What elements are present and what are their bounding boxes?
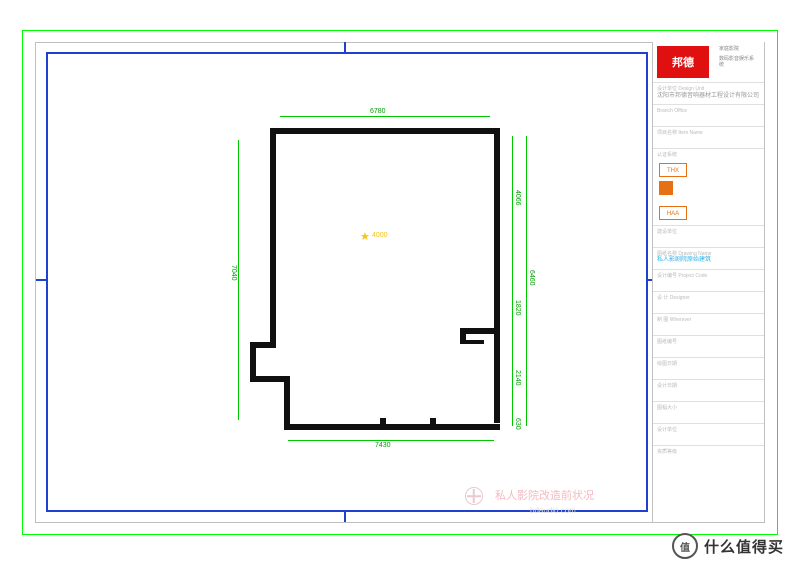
row-dwg-no: 图纸编号 xyxy=(653,335,764,357)
star-label: 4000 xyxy=(372,232,388,239)
row-design-unit: 设计单位 Design Unit 沈阳市邦德音响器材工程设计有限公司 xyxy=(653,82,764,104)
badge-thx: THX xyxy=(659,163,687,177)
title-block: 邦德 家庭影院 数码影音娱乐系统 设计单位 Design Unit 沈阳市邦德音… xyxy=(652,42,764,522)
label: Branch Office xyxy=(657,108,760,115)
door-jamb-2 xyxy=(430,418,436,430)
dim-left-label: 7040 xyxy=(230,265,237,281)
tick-bottom xyxy=(344,510,346,522)
row-sheet-size: 图幅大小 xyxy=(653,401,764,423)
dim-left xyxy=(238,140,239,420)
row-draw-date: 绘图日期 xyxy=(653,357,764,379)
row-branch: Branch Office xyxy=(653,104,764,126)
dim-right-stub-label: 630 xyxy=(514,418,521,430)
label: 项目名称 Item Name xyxy=(657,130,760,137)
dim-top-label: 6780 xyxy=(370,108,386,115)
label: 绘图日期 xyxy=(657,361,760,368)
dim-right-lower-label: 2140 xyxy=(514,370,521,386)
logo-sub2: 数码影音娱乐系统 xyxy=(719,56,758,68)
value: 私人影剧院原始建筑 xyxy=(657,257,760,265)
row-build-unit: 建设单位 xyxy=(653,225,764,247)
row-item: 项目名称 Item Name xyxy=(653,126,764,148)
badge-haa: HAA xyxy=(659,206,687,220)
row-unit2: 设计单位 xyxy=(653,423,764,445)
dim-right-outer xyxy=(526,136,527,426)
footer-title: 私人影院改造前状况 xyxy=(495,487,594,503)
label: 设计单位 xyxy=(657,427,760,434)
label: 认证系统 xyxy=(657,152,760,159)
page: 6780 7040 7430 6460 4066 1820 2140 630 ★… xyxy=(0,0,800,565)
row-design-date: 设计日期 xyxy=(653,379,764,401)
label: 设 计 Designer xyxy=(657,295,760,302)
row-project-code: 设计编号 Project Code xyxy=(653,269,764,291)
row-drawing-name: 图纸名称 Drawing Name 私人影剧院原始建筑 xyxy=(653,247,764,269)
tick-left xyxy=(36,279,48,281)
wall-right-notch-h2 xyxy=(460,340,484,344)
badge-square xyxy=(659,181,673,195)
logo: 邦德 xyxy=(657,46,709,78)
watermark: 值 什么值得买 xyxy=(672,533,784,559)
floor-plan: 6780 7040 7430 6460 4066 1820 2140 630 ★… xyxy=(250,110,530,450)
row-designer: 设 计 Designer xyxy=(653,291,764,313)
value: 沈阳市邦德音响器材工程设计有限公司 xyxy=(657,93,760,101)
wall-left-lower-v xyxy=(284,376,290,430)
footer-sub: bdaudio.com xyxy=(530,506,576,515)
label: 设计日期 xyxy=(657,383,760,390)
door-jamb-1 xyxy=(380,418,386,430)
wall-left-upper xyxy=(270,128,276,348)
dim-bottom xyxy=(288,440,494,441)
star-icon: ★ xyxy=(360,230,370,243)
dim-bottom-label: 7430 xyxy=(375,442,391,449)
label: 建设单位 xyxy=(657,229,760,236)
label: 资质等级 xyxy=(657,449,760,456)
row-qual: 资质等级 xyxy=(653,445,764,467)
row-drafter: 制 图 Wherever xyxy=(653,313,764,335)
label: 图纸编号 xyxy=(657,339,760,346)
row-cert: 认证系统 THX HAA xyxy=(653,148,764,225)
dim-top xyxy=(280,116,490,117)
dim-right-upper-label: 4066 xyxy=(514,190,521,206)
wall-right xyxy=(494,128,500,423)
dim-right-inner xyxy=(512,136,513,426)
wall-bottom xyxy=(284,424,500,430)
label: 设计编号 Project Code xyxy=(657,273,760,280)
label: 图幅大小 xyxy=(657,405,760,412)
watermark-text: 什么值得买 xyxy=(704,536,784,557)
logo-sub1: 家庭影院 xyxy=(719,46,758,52)
dim-right-outer-label: 6460 xyxy=(528,270,535,286)
wall-right-notch-h xyxy=(460,328,500,334)
dim-right-mid-label: 1820 xyxy=(514,300,521,316)
compass-icon xyxy=(465,487,483,505)
wall-top xyxy=(270,128,500,134)
tick-top xyxy=(344,42,346,54)
watermark-badge: 值 xyxy=(672,533,698,559)
label: 制 图 Wherever xyxy=(657,317,760,324)
